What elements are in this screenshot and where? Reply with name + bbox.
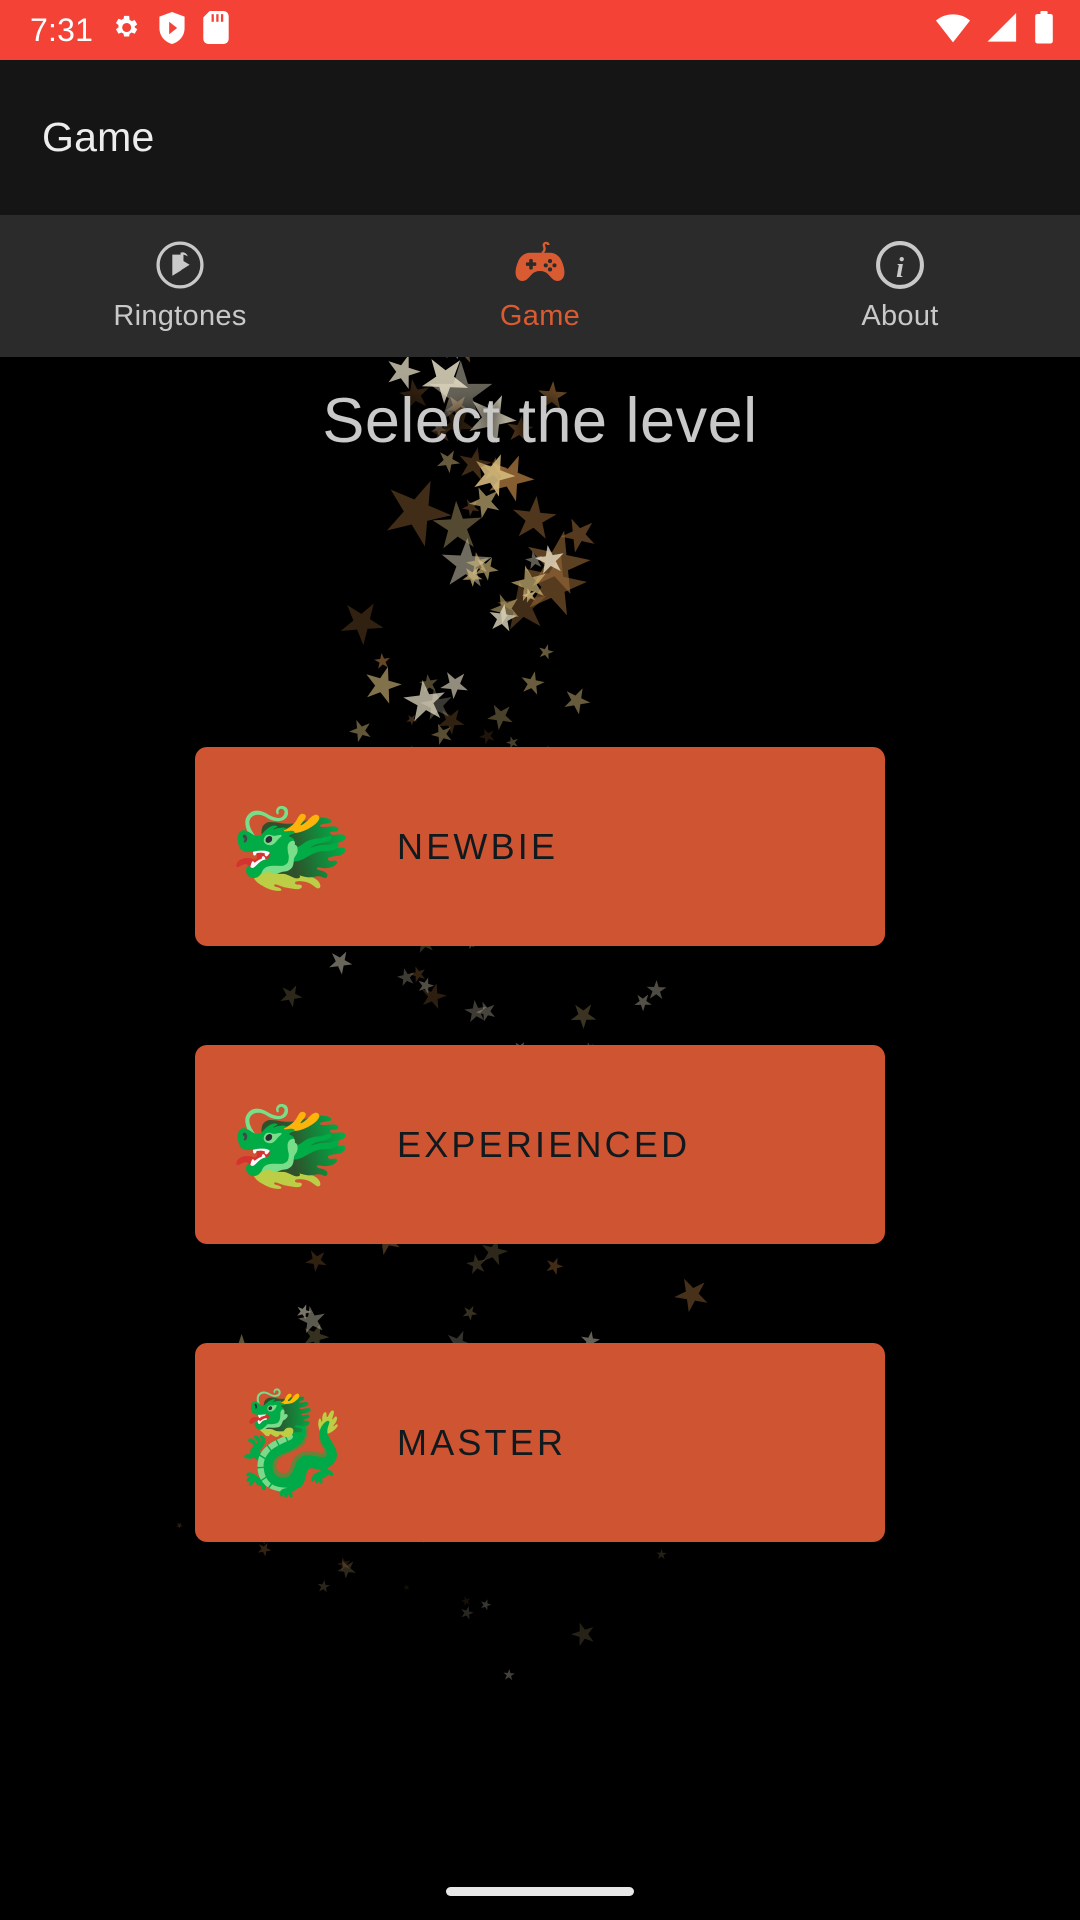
home-gesture-pill[interactable] — [446, 1886, 634, 1896]
app-bar: Game — [0, 60, 1080, 215]
gamepad-icon — [512, 239, 568, 291]
wifi-icon — [935, 13, 971, 48]
gesture-nav-bar — [0, 1862, 1080, 1920]
gear-icon — [110, 12, 141, 48]
sd-card-icon — [203, 11, 229, 49]
level-button-master-label: MASTER — [397, 1421, 567, 1463]
tab-about-label: About — [861, 300, 939, 332]
shield-play-icon — [158, 11, 186, 49]
tab-game-label: Game — [499, 300, 581, 332]
svg-text:i: i — [896, 252, 904, 284]
cell-signal-icon — [986, 12, 1019, 48]
level-button-newbie[interactable]: 🐲 NEWBIE — [195, 747, 885, 946]
status-clock: 7:31 — [30, 12, 94, 48]
status-bar-left: 7:31 — [30, 11, 229, 49]
level-button-master[interactable]: 🐉 MASTER — [195, 1343, 885, 1542]
level-button-experienced[interactable]: 🐲 EXPERIENCED — [195, 1045, 885, 1244]
level-select-screen: Select the level 🐲 NEWBIE 🐲 EXPERIENCED … — [0, 357, 1080, 1862]
ringtone-play-circle-icon — [155, 239, 205, 291]
tab-game[interactable]: Game — [360, 215, 720, 357]
level-select-heading: Select the level — [322, 386, 758, 456]
page-title: Game — [42, 114, 155, 160]
tab-ringtones[interactable]: Ringtones — [0, 215, 360, 357]
level-button-experienced-label: EXPERIENCED — [397, 1123, 691, 1165]
dragon-icon: 🐉 — [228, 1383, 354, 1501]
info-circle-icon: i — [875, 239, 925, 291]
tab-about[interactable]: i About — [720, 215, 1080, 357]
phone-screen: 7:31 Game Ringtones Game i About Select … — [0, 0, 1080, 1920]
status-bar-right — [935, 11, 1054, 49]
level-button-list: 🐲 NEWBIE 🐲 EXPERIENCED 🐉 MASTER — [0, 747, 1080, 1542]
status-bar: 7:31 — [0, 0, 1080, 60]
tab-ringtones-label: Ringtones — [113, 300, 247, 332]
dragon-fruit-icon: 🐲 — [228, 787, 354, 905]
dragon-face-icon: 🐲 — [228, 1085, 354, 1203]
battery-icon — [1034, 11, 1054, 49]
tab-bar: Ringtones Game i About — [0, 215, 1080, 357]
level-button-newbie-label: NEWBIE — [397, 825, 559, 867]
